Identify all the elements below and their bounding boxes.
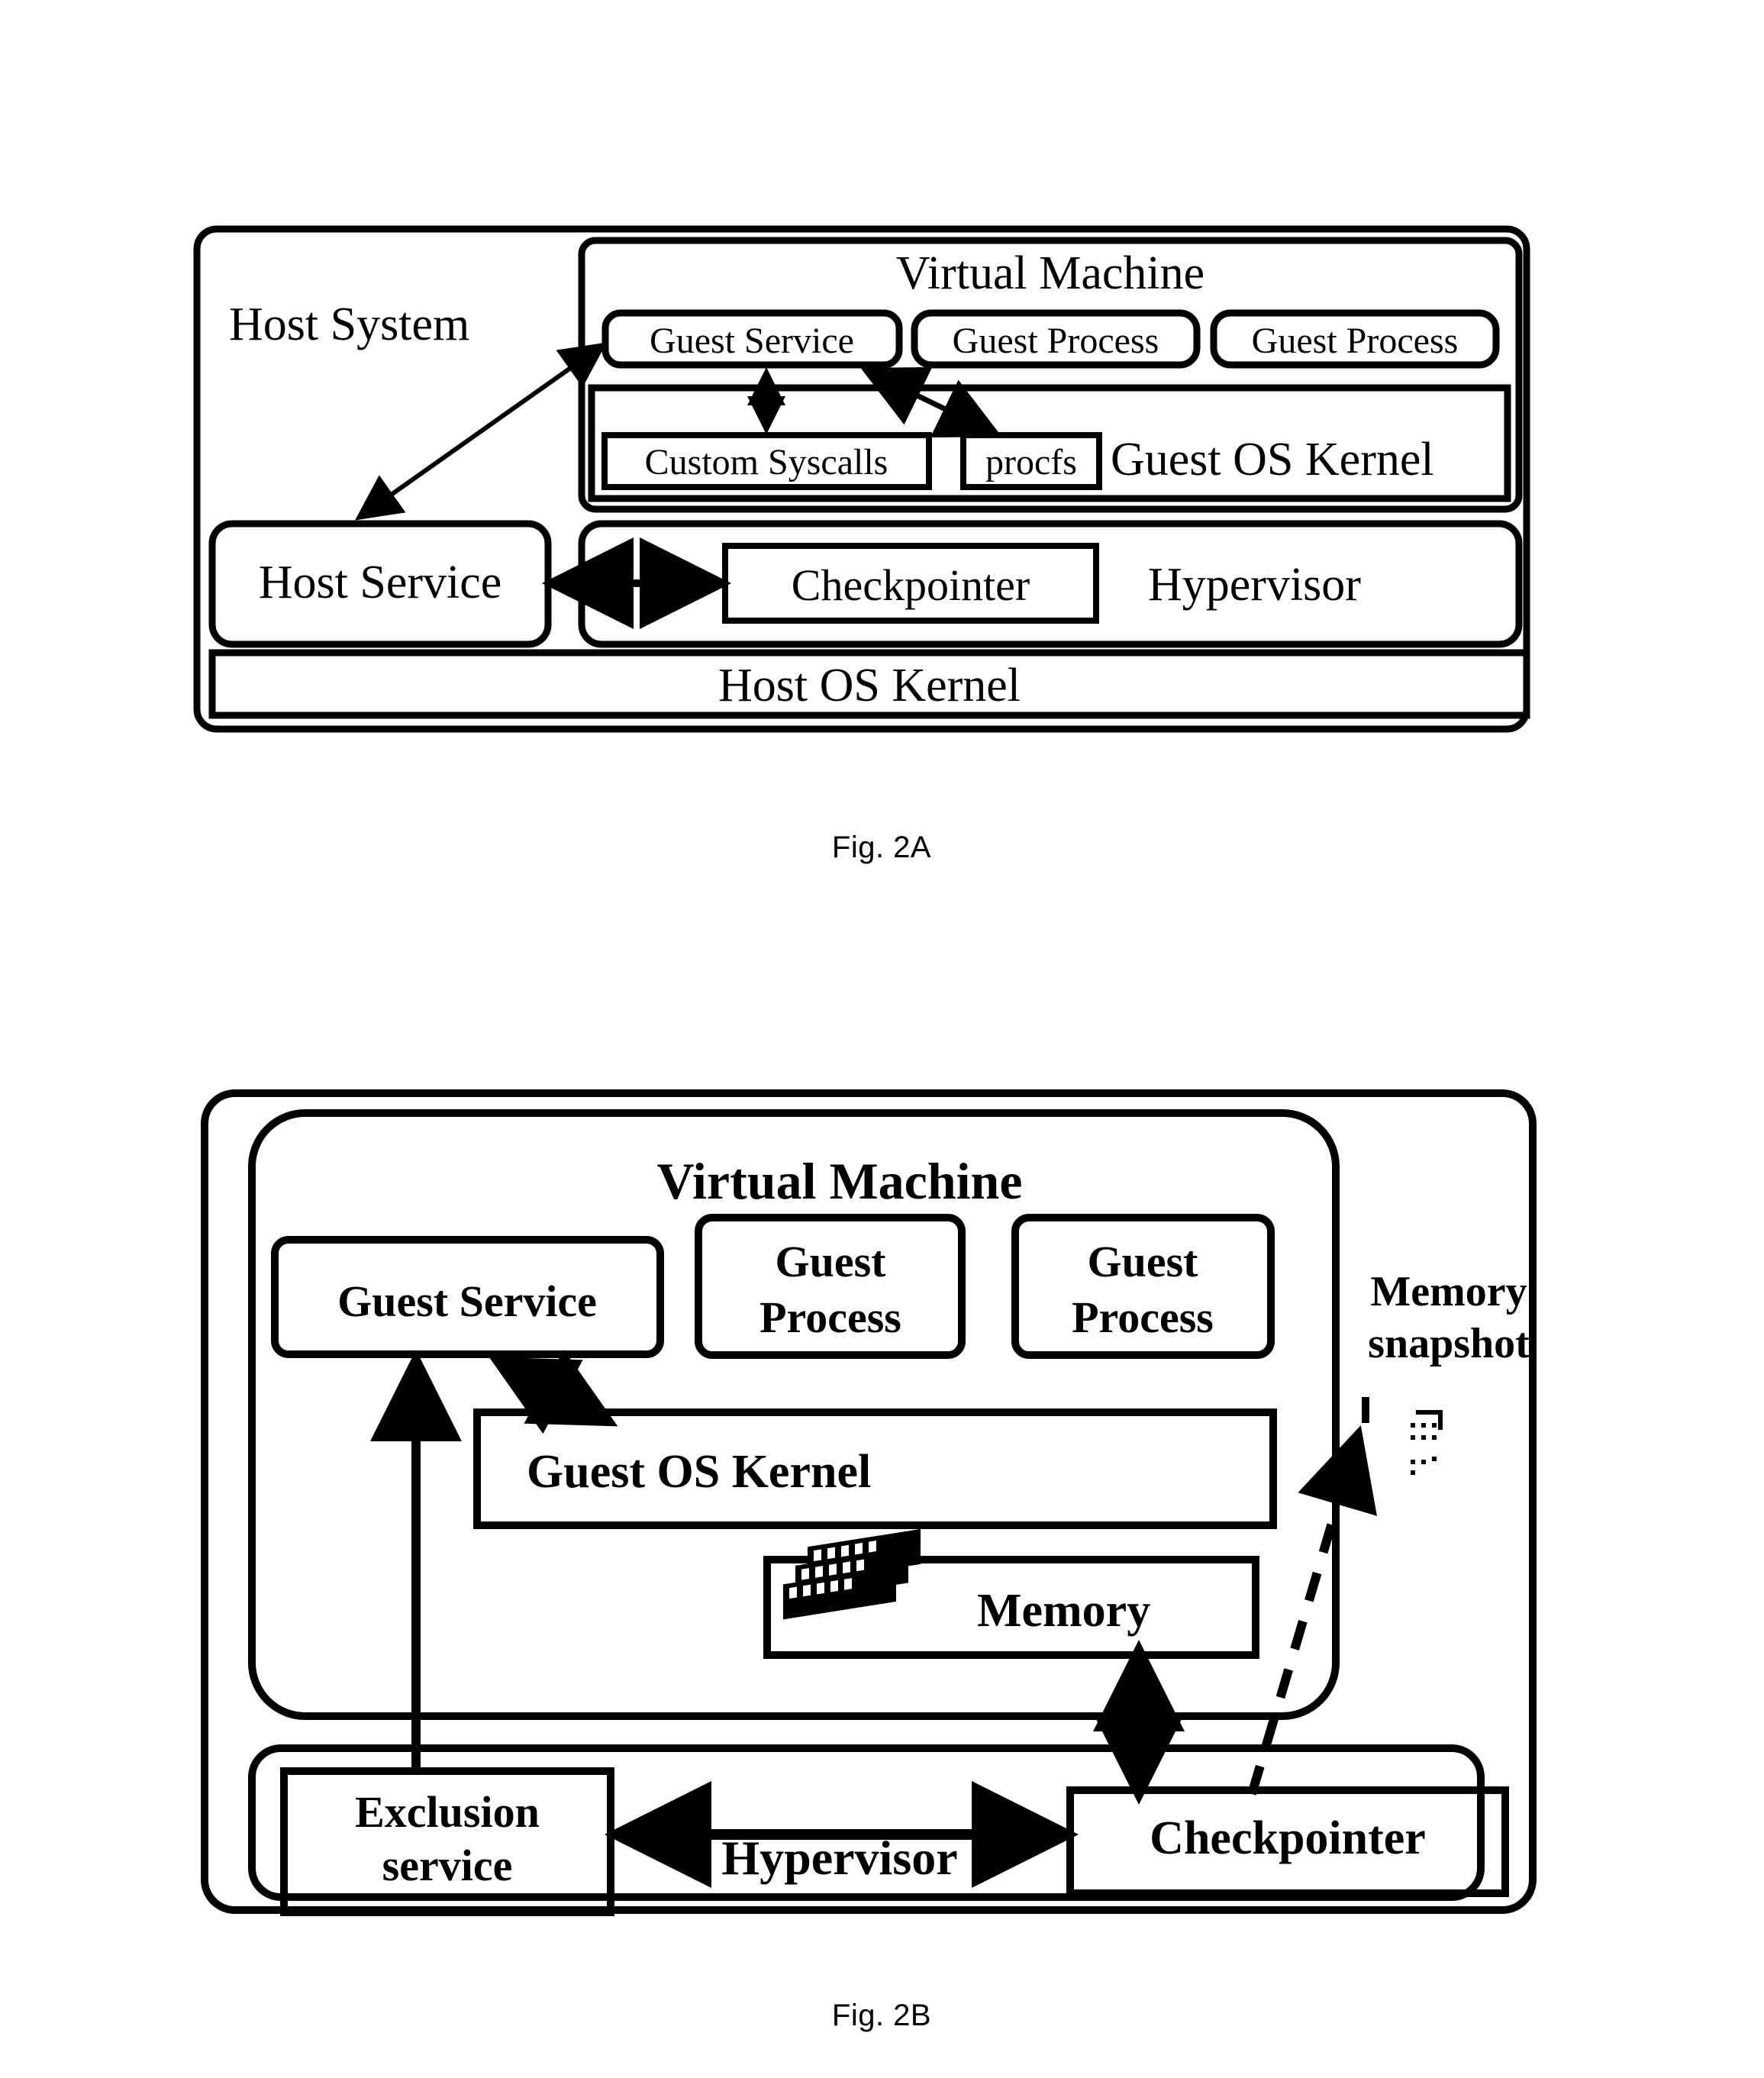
memory-snapshot-file-icon (1362, 1397, 1443, 1475)
arrow-guest-service-procfs (860, 366, 1002, 438)
guest-process-1-label-line1: Guest (776, 1237, 887, 1286)
procfs-label: procfs (985, 442, 1077, 482)
memory-snapshot-label-line1: Memory (1370, 1268, 1527, 1315)
memory-label: Memory (977, 1585, 1150, 1637)
guest-process-2-label-line2: Process (1072, 1292, 1214, 1342)
guest-service-label: Guest Service (337, 1276, 597, 1326)
exclusion-service-label-line2: service (382, 1841, 513, 1890)
exclusion-service-label-line1: Exclusion (355, 1787, 540, 1837)
arrow-checkpointer-memory-snapshot (1247, 1425, 1377, 1796)
guest-service-label: Guest Service (650, 321, 854, 361)
checkpointer-label: Checkpointer (792, 560, 1030, 610)
host-os-kernel-label: Host OS Kernel (718, 660, 1021, 711)
vm-title: Virtual Machine (656, 1152, 1022, 1210)
guest-process-1-label-line2: Process (759, 1292, 901, 1342)
guest-process-2-label: Guest Process (1252, 321, 1459, 361)
figure-2a: Host System Virtual Machine Guest Servic… (0, 0, 1764, 864)
arrow-host-service-guest-service (355, 342, 607, 521)
guest-process-2-label-line1: Guest (1088, 1237, 1199, 1286)
guest-process-1-label: Guest Process (953, 321, 1159, 361)
figure-2a-caption: Fig. 2A (831, 831, 932, 864)
figure-2b-canvas: Virtual Machine Guest Service Guest Proc… (201, 1089, 1537, 1916)
hypervisor-label: Hypervisor (1148, 559, 1361, 611)
memory-chip-icon (783, 1528, 921, 1620)
figure-2a-canvas: Host System Virtual Machine Guest Servic… (193, 225, 1530, 733)
memory-snapshot-label-line2: snapshot (1368, 1320, 1530, 1367)
host-system-label: Host System (229, 298, 469, 350)
checkpointer-label: Checkpointer (1150, 1812, 1426, 1864)
host-service-label: Host Service (259, 557, 502, 608)
vm-title: Virtual Machine (896, 247, 1204, 299)
guest-os-kernel-label: Guest OS Kernel (1111, 434, 1434, 486)
custom-syscalls-label: Custom Syscalls (645, 442, 888, 482)
guest-os-kernel-label: Guest OS Kernel (527, 1446, 871, 1498)
figure-2b-caption: Fig. 2B (831, 1999, 932, 2032)
figure-2b: Virtual Machine Guest Service Guest Proc… (0, 1061, 1764, 2032)
